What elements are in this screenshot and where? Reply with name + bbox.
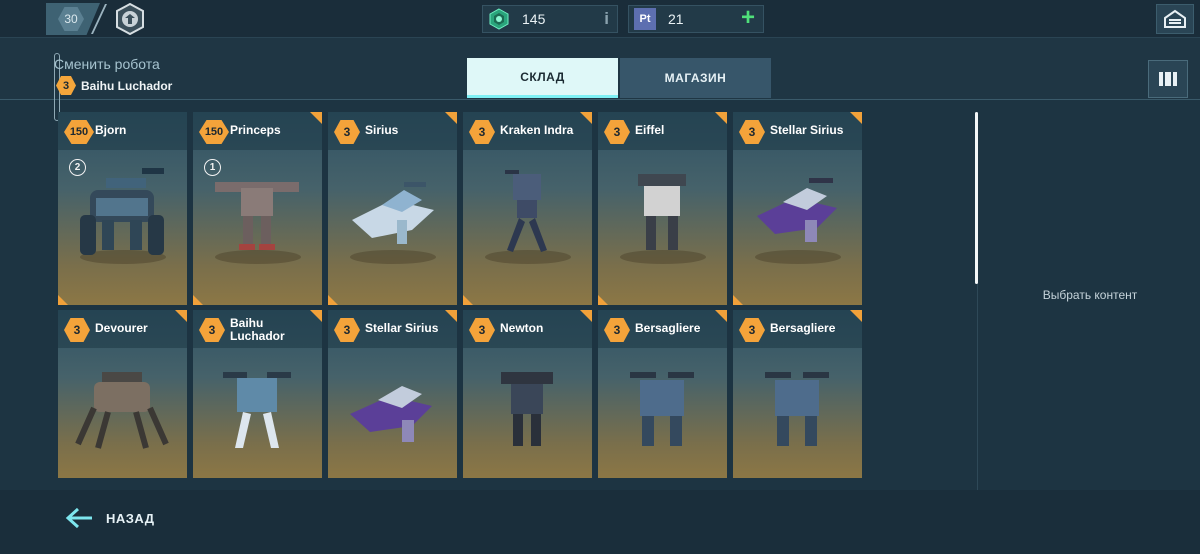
robot-name: Eiffel (635, 123, 665, 137)
robot-card[interactable]: 3 Kraken Indra (463, 112, 592, 305)
silver-currency: 145 i (482, 5, 618, 33)
robot-card[interactable]: 3 Stellar Sirius (328, 310, 457, 478)
robot-card[interactable]: 3 Sirius (328, 112, 457, 305)
card-corner (310, 112, 322, 124)
robot-image (638, 174, 686, 250)
card-corner (580, 112, 592, 124)
change-robot-title: Сменить робота (54, 56, 160, 72)
scrollbar[interactable] (975, 112, 978, 284)
tab-storage[interactable]: СКЛАД (467, 58, 618, 98)
robot-name: Baihu Luchador (230, 316, 285, 343)
card-corner (445, 310, 457, 322)
back-button[interactable]: НАЗАД (64, 506, 155, 530)
level-badge: 30 (58, 7, 84, 31)
robot-image (80, 168, 164, 255)
robot-name: Stellar Sirius (365, 321, 439, 335)
silver-amount: 145 (522, 11, 546, 27)
back-label: НАЗАД (106, 510, 155, 526)
robot-name: Kraken Indra (500, 123, 574, 137)
robot-card[interactable]: 3 Bersagliere (598, 310, 727, 478)
robot-image (505, 170, 547, 252)
robot-name: Devourer (95, 321, 148, 335)
robot-card[interactable]: 150 Princeps 1 (193, 112, 322, 305)
card-corner (733, 295, 743, 305)
robot-name: Stellar Sirius (770, 123, 844, 137)
add-platinum-button[interactable]: + (737, 6, 759, 30)
platinum-currency: Pt 21 + (628, 5, 764, 33)
robot-image (765, 372, 829, 446)
robot-image (501, 372, 553, 446)
robot-card[interactable]: 3 Bersagliere (733, 310, 862, 478)
current-robot[interactable]: 3 Baihu Luchador (56, 76, 172, 95)
robot-card[interactable]: 3 Newton (463, 310, 592, 478)
columns-icon (1159, 72, 1177, 86)
card-corner (58, 295, 68, 305)
select-content-label: Выбрать контент (1042, 288, 1138, 302)
league-icon[interactable] (114, 2, 146, 36)
robot-name: Bersagliere (770, 321, 836, 335)
card-corner (328, 295, 338, 305)
card-corner (850, 310, 862, 322)
panel-toggle-button[interactable] (1148, 60, 1188, 98)
info-icon[interactable]: i (604, 9, 609, 29)
card-corner (463, 295, 473, 305)
card-corner (175, 310, 187, 322)
robot-image (75, 372, 169, 449)
robot-name: Bjorn (95, 123, 127, 137)
card-corner (850, 112, 862, 124)
robot-card[interactable]: 150 Bjorn 2 (58, 112, 187, 305)
card-corner (715, 112, 727, 124)
robot-image (215, 182, 299, 250)
robot-image (350, 386, 432, 442)
robot-image (630, 372, 694, 446)
robot-name: Bersagliere (635, 321, 701, 335)
card-corner (193, 295, 203, 305)
card-corner (445, 112, 457, 124)
top-bar: 30 145 i Pt 21 + (0, 0, 1200, 38)
platinum-icon: Pt (634, 8, 656, 30)
robot-name: Newton (500, 321, 544, 335)
robot-card[interactable]: 3 Stellar Sirius (733, 112, 862, 305)
arrow-left-icon (65, 507, 92, 529)
card-corner (580, 310, 592, 322)
robot-card[interactable]: 3 Baihu Luchador (193, 310, 322, 478)
footer: НАЗАД (0, 490, 1200, 554)
robot-image (352, 182, 434, 244)
robot-image (757, 178, 837, 242)
robot-card[interactable]: 3 Eiffel (598, 112, 727, 305)
silver-icon (488, 8, 510, 30)
tab-shop[interactable]: МАГАЗИН (620, 58, 771, 98)
hangar-button[interactable] (1156, 4, 1194, 34)
platinum-amount: 21 (668, 11, 684, 27)
card-corner (598, 295, 608, 305)
robot-name: Sirius (365, 123, 399, 137)
robot-image (223, 372, 291, 448)
card-corner (715, 310, 727, 322)
robot-card[interactable]: 3 Devourer (58, 310, 187, 478)
current-robot-name: Baihu Luchador (81, 78, 173, 93)
current-robot-rank: 3 (56, 76, 76, 95)
hangar-icon (1164, 9, 1186, 28)
header: Сменить робота 3 Baihu Luchador СКЛАД МА… (0, 38, 1200, 121)
robot-grid: 150 Bjorn 2 150 Princeps 1 3 Sirius 3 Kr… (58, 112, 864, 478)
robot-name: Princeps (230, 123, 281, 137)
